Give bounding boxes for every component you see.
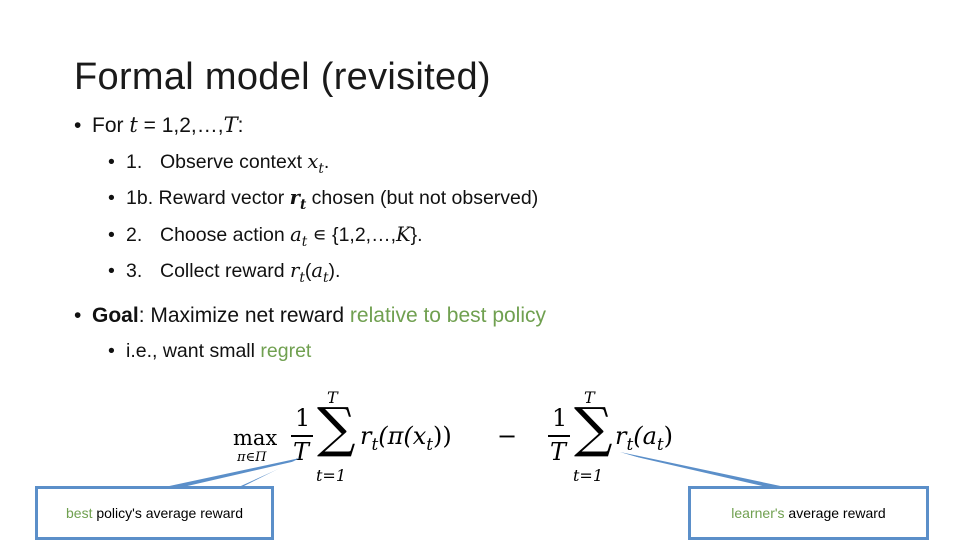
callout-pointers: [160, 452, 790, 490]
learner-callout: learner's average reward: [688, 486, 929, 540]
best-policy-callout: best policy's average reward: [35, 486, 274, 540]
right-callout-pointer: [620, 452, 790, 488]
